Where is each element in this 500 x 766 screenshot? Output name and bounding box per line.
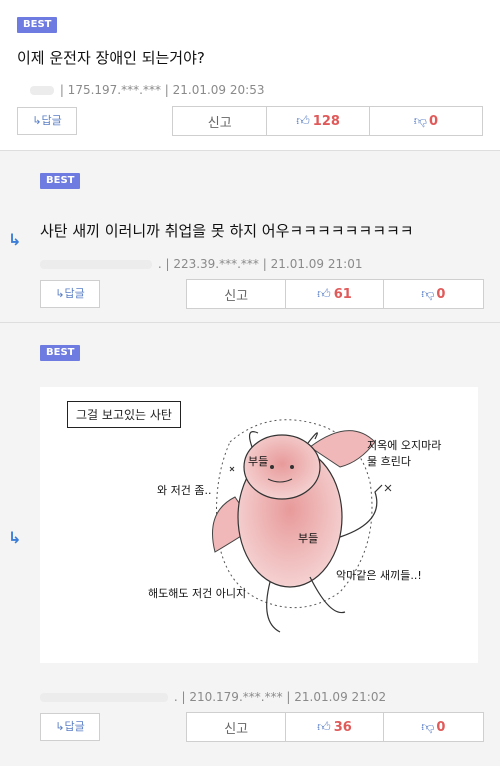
reply-button[interactable]: ↳답글 (40, 713, 100, 741)
like-count: 36 (333, 719, 352, 735)
like-count: 128 (312, 113, 340, 129)
dislike-count: 0 (428, 113, 438, 129)
dislike-count: 0 (436, 286, 446, 302)
comment-datetime: | 21.01.09 20:53 (164, 83, 265, 97)
like-button[interactable]: 👍︎ 128 (267, 107, 370, 135)
reply-button[interactable]: ↳답글 (40, 280, 100, 308)
comment-image: 그걸 보고있는 사탄 부들 부들 와 저건 좀.. 해도해도 저건 아니지 지옥… (40, 387, 478, 663)
image-text-mul: 물 흐린다 (367, 455, 411, 468)
comment-datetime: | 21.01.09 21:02 (286, 690, 387, 704)
report-button[interactable]: 신고 (187, 280, 287, 308)
reply-arrow-icon: ↳ (8, 528, 22, 547)
comment-meta: | 175.197.***.*** | 21.01.09 20:53 (30, 83, 264, 97)
dislike-count: 0 (436, 719, 446, 735)
dislike-button[interactable]: 👎︎ 0 (370, 107, 482, 135)
satan-illustration (212, 419, 392, 633)
thumbs-down-icon: 👎︎ (421, 719, 435, 735)
image-text-haedo: 해도해도 저건 아니지 (148, 587, 247, 600)
comment-datetime: | 21.01.09 21:01 (262, 257, 363, 271)
comment-meta: . | 223.39.***.*** | 21.01.09 21:01 (40, 257, 362, 271)
like-button[interactable]: 👍︎ 61 (286, 280, 384, 308)
report-button[interactable]: 신고 (173, 107, 268, 135)
reply-arrow-icon: ↳ (8, 230, 22, 249)
comment-meta: . | 210.179.***.*** | 21.01.09 21:02 (40, 690, 386, 704)
image-text-wajeogeon: 와 저건 좀.. (157, 484, 212, 497)
report-button[interactable]: 신고 (187, 713, 287, 741)
image-text-jiok: 지옥에 오지마라 (367, 439, 442, 452)
vote-group: 신고 👍︎ 36 👎︎ 0 (186, 712, 484, 742)
comment-1: BEST 이제 운전자 장애인 되는거야? | 175.197.***.*** … (0, 0, 500, 150)
image-text-akma: 악마같은 새끼들..! (336, 569, 422, 582)
best-badge: BEST (17, 17, 58, 33)
like-count: 61 (333, 286, 352, 302)
thumbs-down-icon: 👎︎ (421, 286, 435, 302)
blurred-username (40, 693, 168, 702)
dislike-button[interactable]: 👎︎ 0 (384, 713, 483, 741)
comment-text: 사탄 새끼 이러니까 취업을 못 하지 어우ㅋㅋㅋㅋㅋㅋㅋㅋㅋ (40, 222, 414, 240)
comment-text: 이제 운전자 장애인 되는거야? (17, 49, 205, 67)
image-text-budeul-1: 부들 (248, 455, 269, 468)
reply-button[interactable]: ↳답글 (17, 107, 77, 135)
like-button[interactable]: 👍︎ 36 (286, 713, 384, 741)
best-badge: BEST (40, 345, 81, 361)
thumbs-up-icon: 👍︎ (296, 113, 310, 129)
thumbs-up-icon: 👍︎ (317, 286, 331, 302)
vote-group: 신고 👍︎ 128 👎︎ 0 (172, 106, 483, 136)
vote-group: 신고 👍︎ 61 👎︎ 0 (186, 279, 484, 309)
dislike-button[interactable]: 👎︎ 0 (384, 280, 483, 308)
comment-2: BEST ↳ 사탄 새끼 이러니까 취업을 못 하지 어우ㅋㅋㅋㅋㅋㅋㅋㅋㅋ .… (0, 150, 500, 322)
comment-ip: | 175.197.***.*** (59, 83, 161, 97)
comment-ip: . | 210.179.***.*** (173, 690, 283, 704)
best-badge: BEST (40, 173, 81, 189)
thumbs-down-icon: 👎︎ (413, 113, 427, 129)
blurred-username (40, 260, 152, 269)
thumbs-up-icon: 👍︎ (317, 719, 331, 735)
image-caption: 그걸 보고있는 사탄 (67, 401, 181, 428)
blurred-username (30, 86, 54, 95)
image-text-budeul-2: 부들 (298, 532, 319, 545)
comment-ip: . | 223.39.***.*** (157, 257, 259, 271)
